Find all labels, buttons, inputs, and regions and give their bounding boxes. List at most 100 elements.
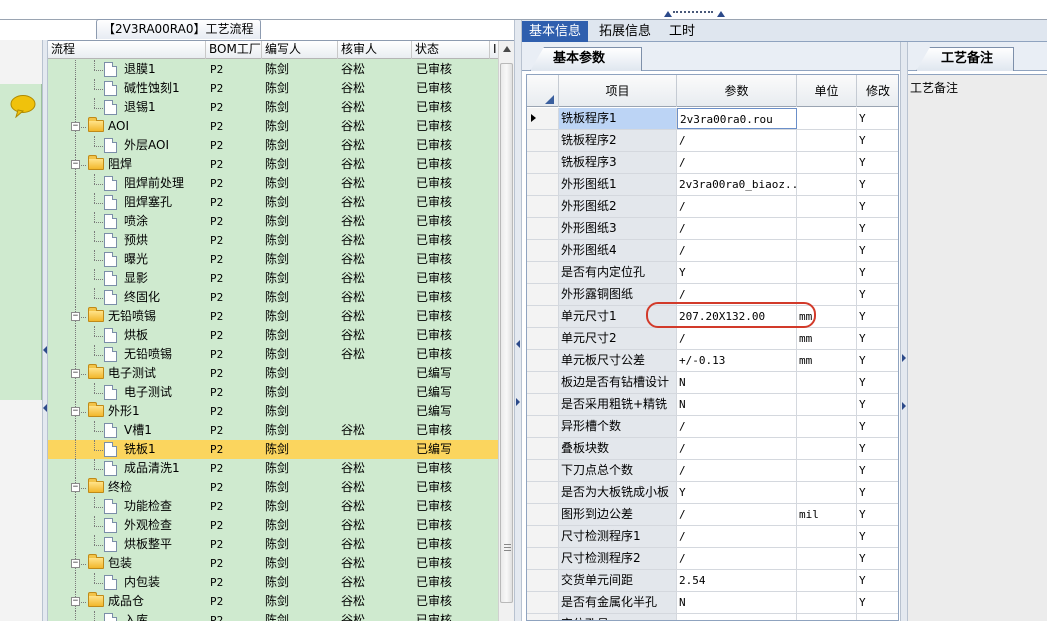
tree-row[interactable]: 碱性蚀刻1 P2 陈剑 谷松 已审核 [48,79,498,98]
middle-splitter[interactable] [514,20,522,621]
tree-row[interactable]: 入库 P2 陈剑 谷松 已审核 [48,611,498,621]
param-value-cell[interactable]: / [677,614,797,620]
grid-row[interactable]: 叠板块数 / Y [527,438,898,460]
collapse-toggle-icon[interactable]: − [71,122,80,131]
grid-row[interactable]: 铣板程序3/ Y [527,152,898,174]
param-value-cell[interactable]: / [677,438,797,459]
tree-row[interactable]: 内包装 P2 陈剑 谷松 已审核 [48,573,498,592]
column-header-reviewer[interactable]: 核审人 [338,41,412,59]
column-header-param[interactable]: 参数 [677,75,797,107]
column-header-writer[interactable]: 编写人 [262,41,338,59]
tree-row[interactable]: 阻焊塞孔 P2 陈剑 谷松 已审核 [48,193,498,212]
tree-row[interactable]: 退锡1 P2 陈剑 谷松 已审核 [48,98,498,117]
param-value-cell[interactable]: / [677,416,797,437]
param-value-cell[interactable]: N [677,372,797,393]
param-value-cell[interactable]: Y [677,262,797,283]
collapse-left-icon[interactable] [43,404,47,412]
grid-row[interactable]: 尺寸检测程序1/ Y [527,526,898,548]
tree-row[interactable]: 无铅喷锡 P2 陈剑 谷松 已审核 [48,345,498,364]
collapse-left-icon[interactable] [43,346,47,354]
tab-extended-info[interactable]: 拓展信息 [592,21,658,42]
column-header-status[interactable]: 状态 [412,41,490,59]
tree-row[interactable]: − 包装 P2 陈剑 谷松 已审核 [48,554,498,573]
tree-row[interactable]: 终固化 P2 陈剑 谷松 已审核 [48,288,498,307]
tree-row[interactable]: 喷涂 P2 陈剑 谷松 已审核 [48,212,498,231]
tree-row[interactable]: 外观检查 P2 陈剑 谷松 已审核 [48,516,498,535]
tree-row[interactable]: − 外形1 P2 陈剑 已编写 [48,402,498,421]
param-value-cell[interactable]: / [677,130,797,151]
grid-row[interactable]: 定位孔号/ Y [527,614,898,620]
tree-row[interactable]: − AOI P2 陈剑 谷松 已审核 [48,117,498,136]
param-value-cell[interactable]: N [677,394,797,415]
grid-row[interactable]: 是否有内定位孔 Y Y [527,262,898,284]
grid-row[interactable]: 外形图纸2/ Y [527,196,898,218]
grid-row[interactable]: 单元板尺寸公差 +/-0.13 mm Y [527,350,898,372]
tree-row[interactable]: 烘板 P2 陈剑 谷松 已审核 [48,326,498,345]
grid-row[interactable]: 是否有金属化半孔 N Y [527,592,898,614]
collapse-toggle-icon[interactable]: − [71,559,80,568]
tree-row[interactable]: 预烘 P2 陈剑 谷松 已审核 [48,231,498,250]
param-value-cell[interactable]: / [677,196,797,217]
tab-basic-params[interactable]: 基本参数 [530,47,642,71]
splitter-grip-icon[interactable] [673,11,713,15]
param-value-cell[interactable]: N [677,592,797,613]
column-header-item[interactable]: 项目 [559,75,677,107]
grid-row[interactable]: 图形到边公差 / mil Y [527,504,898,526]
tree-row[interactable]: 外层AOI P2 陈剑 谷松 已审核 [48,136,498,155]
collapse-toggle-icon[interactable]: − [71,160,80,169]
tree-row[interactable]: − 成品仓 P2 陈剑 谷松 已审核 [48,592,498,611]
collapse-toggle-icon[interactable]: − [71,483,80,492]
scroll-up-icon[interactable] [503,46,511,52]
param-value-cell[interactable]: 2v3ra00ra0.rou [677,108,797,129]
expand-right-icon[interactable] [516,398,520,406]
scrollbar-thumb[interactable] [500,63,513,603]
collapse-up-icon[interactable] [717,11,725,17]
column-header-bom-plant[interactable]: BOM工厂 [206,41,262,59]
speech-bubble-icon[interactable] [9,94,37,118]
param-value-cell[interactable]: Y [677,482,797,503]
param-value-cell[interactable]: / [677,218,797,239]
process-notes-area[interactable]: 工艺备注 [908,74,1047,621]
grid-row[interactable]: 铣板程序1 2v3ra00ra0.rou Y [527,108,898,130]
param-value-cell[interactable]: / [677,526,797,547]
grid-row[interactable]: 外形图纸3/ Y [527,218,898,240]
param-value-cell[interactable]: / [677,328,797,349]
grid-row[interactable]: 是否采用粗铣+精铣 N Y [527,394,898,416]
tree-row[interactable]: − 阻焊 P2 陈剑 谷松 已审核 [48,155,498,174]
tree-row[interactable]: 功能检查 P2 陈剑 谷松 已审核 [48,497,498,516]
grid-row[interactable]: 外形图纸4/ Y [527,240,898,262]
tab-basic-info[interactable]: 基本信息 [522,21,589,42]
column-header-unit[interactable]: 单位 [797,75,857,107]
grid-row[interactable]: 是否为大板铣成小板 Y Y [527,482,898,504]
collapse-toggle-icon[interactable]: − [71,312,80,321]
tree-row[interactable]: 阻焊前处理 P2 陈剑 谷松 已审核 [48,174,498,193]
grid-row[interactable]: 尺寸检测程序2/ Y [527,548,898,570]
tree-row[interactable]: 退膜1 P2 陈剑 谷松 已审核 [48,60,498,79]
collapse-left-icon[interactable] [516,340,520,348]
grid-row[interactable]: 铣板程序2/ Y [527,130,898,152]
tree-row[interactable]: 成品清洗1 P2 陈剑 谷松 已审核 [48,459,498,478]
param-value-cell[interactable]: 2v3ra00ra0_biaoz... [677,174,797,195]
tree-row[interactable]: 烘板整平 P2 陈剑 谷松 已审核 [48,535,498,554]
tree-row[interactable]: 电子测试 P2 陈剑 已编写 [48,383,498,402]
grid-row[interactable]: 单元尺寸2/mm Y [527,328,898,350]
tab-work-hours[interactable]: 工时 [662,21,702,42]
grid-row[interactable]: 异形槽个数 / Y [527,416,898,438]
right-splitter[interactable] [900,42,908,621]
param-value-cell[interactable]: / [677,240,797,261]
tree-row[interactable]: − 无铅喷锡 P2 陈剑 谷松 已审核 [48,307,498,326]
collapse-toggle-icon[interactable]: − [71,407,80,416]
param-value-cell[interactable]: 2.54 [677,570,797,591]
column-header-process[interactable]: 流程 [48,41,206,59]
expand-right-icon[interactable] [902,402,906,410]
tab-process-notes[interactable]: 工艺备注 [916,47,1014,71]
expand-right-icon[interactable] [902,354,906,362]
tree-row[interactable]: 铣板1 P2 陈剑 已编写 [48,440,498,459]
param-value-cell[interactable]: / [677,152,797,173]
tree-row[interactable]: V槽1 P2 陈剑 谷松 已审核 [48,421,498,440]
grid-row[interactable]: 外形图纸1 2v3ra00ra0_biaoz... Y [527,174,898,196]
param-value-cell[interactable]: +/-0.13 [677,350,797,371]
column-header-modify[interactable]: 修改 [857,75,898,107]
param-value-cell[interactable]: / [677,504,797,525]
tree-row[interactable]: 曝光 P2 陈剑 谷松 已审核 [48,250,498,269]
